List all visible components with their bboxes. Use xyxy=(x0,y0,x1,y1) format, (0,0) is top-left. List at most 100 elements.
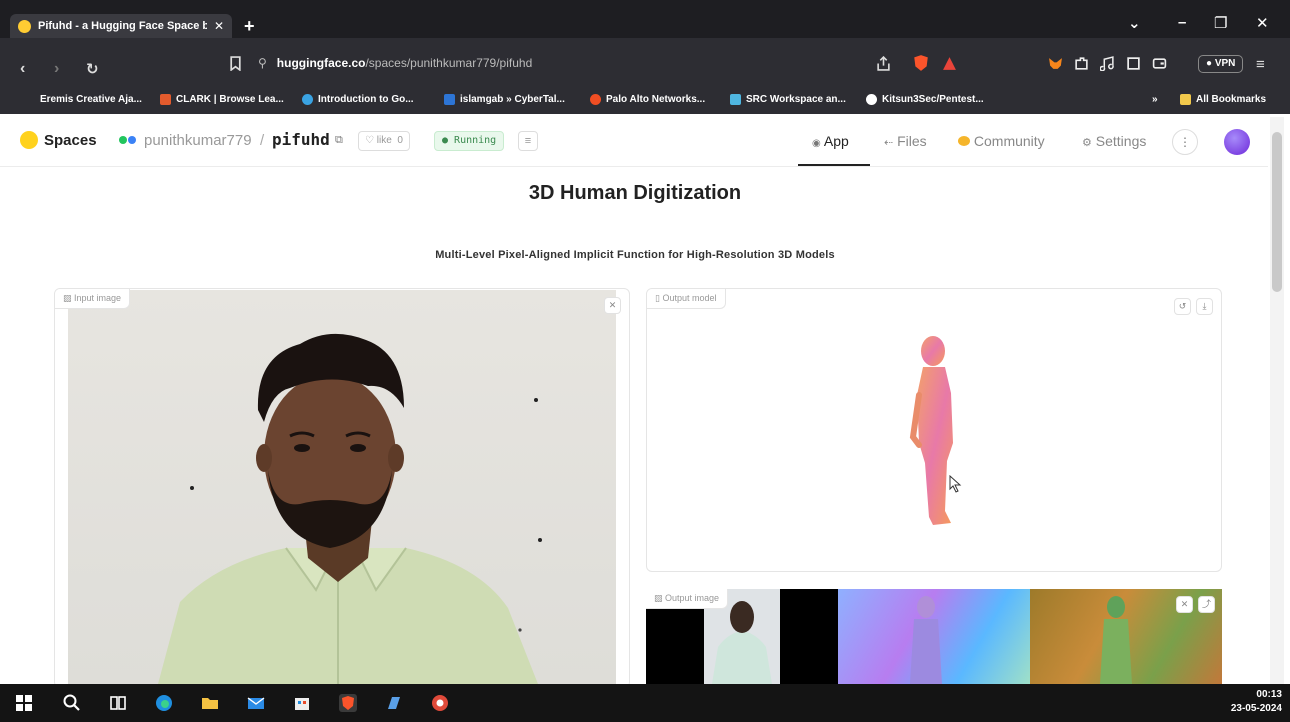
system-clock[interactable]: 00:13 23-05-2024 xyxy=(1231,688,1282,716)
extensions-icon[interactable] xyxy=(1074,56,1089,71)
bookmark-item[interactable]: Kitsun3Sec/Pentest... xyxy=(866,94,984,105)
bookmark-item[interactable]: SRC Workspace an... xyxy=(730,94,846,105)
bookmark-icon[interactable] xyxy=(228,56,243,71)
brave-taskbar-icon[interactable] xyxy=(338,693,358,713)
3d-model-render xyxy=(909,336,953,525)
bookmark-favicon-icon xyxy=(444,94,455,105)
user-avatar-icon xyxy=(119,136,136,144)
page-subtitle: Multi-Level Pixel-Aligned Implicit Funct… xyxy=(435,249,835,261)
close-gallery-icon[interactable]: ✕ xyxy=(1176,596,1193,613)
bookmark-label: Introduction to Go... xyxy=(318,94,414,105)
bookmark-item[interactable]: islamgab » CyberTal... xyxy=(444,94,565,105)
file-explorer-icon[interactable] xyxy=(200,693,220,713)
clock-time: 00:13 xyxy=(1256,689,1282,700)
output-model-panel[interactable]: ▯ Output model xyxy=(646,288,1222,572)
space-menu-icon[interactable]: ≡ xyxy=(518,131,538,151)
edge-browser-icon[interactable] xyxy=(154,693,174,713)
os-taskbar xyxy=(0,684,1290,722)
notepad-icon[interactable] xyxy=(384,693,404,713)
bookmark-item[interactable]: Palo Alto Networks... xyxy=(590,94,705,105)
clock-date: 23-05-2024 xyxy=(1230,703,1282,714)
restore-icon[interactable]: ❐ xyxy=(1214,14,1227,32)
store-icon[interactable] xyxy=(292,693,312,713)
undo-icon[interactable]: ↺ xyxy=(1174,298,1191,315)
tab-settings[interactable]: ⚙ Settings xyxy=(1082,133,1146,149)
scrollbar-thumb[interactable] xyxy=(1272,132,1282,292)
path-separator: / xyxy=(260,132,265,149)
media-music-icon[interactable] xyxy=(1100,56,1115,71)
download-icon[interactable]: ⤓ xyxy=(1196,298,1213,315)
like-button[interactable]: ♡ like 0 xyxy=(358,131,410,151)
bookmark-favicon-icon xyxy=(730,94,741,105)
account-avatar[interactable] xyxy=(1224,129,1250,155)
brave-rewards-icon[interactable] xyxy=(942,56,957,71)
back-icon[interactable]: ‹ xyxy=(20,60,25,78)
bookmarks-overflow-icon[interactable]: » xyxy=(1152,94,1158,105)
bookmark-label: SRC Workspace an... xyxy=(746,94,846,105)
tab-settings-label: Settings xyxy=(1095,133,1147,149)
space-repo-name[interactable]: pifuhd xyxy=(272,130,330,149)
all-bookmarks-folder[interactable]: All Bookmarks xyxy=(1180,94,1266,105)
output-model-label: ▯ Output model xyxy=(647,289,726,309)
image-icon: ▨ xyxy=(654,593,663,603)
browser-menu-icon[interactable]: ≡ xyxy=(1256,56,1265,73)
clear-image-icon[interactable]: ✕ xyxy=(604,297,621,314)
vpn-button[interactable]: ● VPN xyxy=(1198,55,1244,73)
sidebar-icon[interactable] xyxy=(1126,56,1141,71)
mail-icon[interactable] xyxy=(246,693,266,713)
tab-search-chevron-icon[interactable]: ⌄ xyxy=(1128,14,1141,32)
status-badge: ● Running xyxy=(434,131,505,151)
bookmark-item[interactable]: Eremis Creative Aja... xyxy=(40,94,142,105)
forward-icon[interactable]: › xyxy=(54,60,59,78)
community-icon xyxy=(958,136,970,146)
address-bar[interactable]: ⚲ huggingface.co/spaces/punithkumar779/pi… xyxy=(258,56,532,70)
bookmark-item[interactable]: CLARK | Browse Lea... xyxy=(160,94,284,105)
chrome-icon[interactable] xyxy=(430,693,450,713)
bookmark-favicon-icon xyxy=(590,94,601,105)
files-icon: ⇠ xyxy=(884,137,894,149)
new-tab-icon[interactable]: + xyxy=(244,16,255,37)
tab-community[interactable]: Community xyxy=(958,133,1045,149)
tab-community-label: Community xyxy=(973,133,1045,149)
output-model-label-text: Output model xyxy=(662,293,717,303)
tab-app-label: App xyxy=(823,133,849,149)
metamask-fox-icon[interactable] xyxy=(1048,56,1063,71)
windows-start-icon[interactable] xyxy=(14,693,34,713)
share-image-icon[interactable]: ⤴ xyxy=(1198,596,1215,613)
spaces-logo-icon xyxy=(20,131,38,149)
url-host: huggingface.co xyxy=(276,56,366,70)
task-view-icon[interactable] xyxy=(108,693,128,713)
wallet-icon[interactable] xyxy=(1152,56,1167,71)
space-owner-link[interactable]: punithkumar779 xyxy=(144,132,252,149)
bookmark-label: CLARK | Browse Lea... xyxy=(176,94,284,105)
all-bookmarks-label: All Bookmarks xyxy=(1196,94,1267,105)
minimize-icon[interactable]: – xyxy=(1178,14,1186,31)
page-title: 3D Human Digitization xyxy=(528,182,742,204)
spaces-link[interactable]: Spaces xyxy=(44,132,97,149)
textured-tile[interactable] xyxy=(1030,589,1222,684)
search-icon[interactable] xyxy=(62,693,82,713)
tab-close-icon[interactable]: ✕ xyxy=(214,19,224,33)
more-options-icon[interactable]: ⋮ xyxy=(1172,129,1198,155)
brave-shields-icon[interactable] xyxy=(912,54,930,72)
output-image-panel[interactable]: ▨ Output image xyxy=(646,589,1222,684)
reload-icon[interactable]: ↻ xyxy=(86,60,99,78)
tab-app[interactable]: ◉ App xyxy=(812,133,849,149)
gear-icon: ⚙ xyxy=(1082,137,1092,149)
input-photo xyxy=(68,290,616,684)
site-info-icon[interactable]: ⚲ xyxy=(258,56,267,70)
browser-tab[interactable]: Pifuhd - a Hugging Face Space b ✕ xyxy=(10,14,232,38)
tab-files[interactable]: ⇠ Files xyxy=(884,133,927,149)
copy-icon[interactable]: ⧉ xyxy=(335,134,343,147)
bookmark-label: Kitsun3Sec/Pentest... xyxy=(882,94,984,105)
image-icon: ▨ xyxy=(63,293,72,303)
bookmark-label: islamgab » CyberTal... xyxy=(460,94,565,105)
bookmark-item[interactable]: Introduction to Go... xyxy=(302,94,414,105)
window-close-icon[interactable]: ✕ xyxy=(1256,14,1269,32)
like-label: like xyxy=(376,135,392,146)
normal-map-tile[interactable] xyxy=(838,589,1030,684)
folder-icon xyxy=(1180,94,1191,105)
bookmark-favicon-icon xyxy=(160,94,171,105)
vpn-label: VPN xyxy=(1214,58,1236,69)
share-icon[interactable] xyxy=(876,56,891,71)
